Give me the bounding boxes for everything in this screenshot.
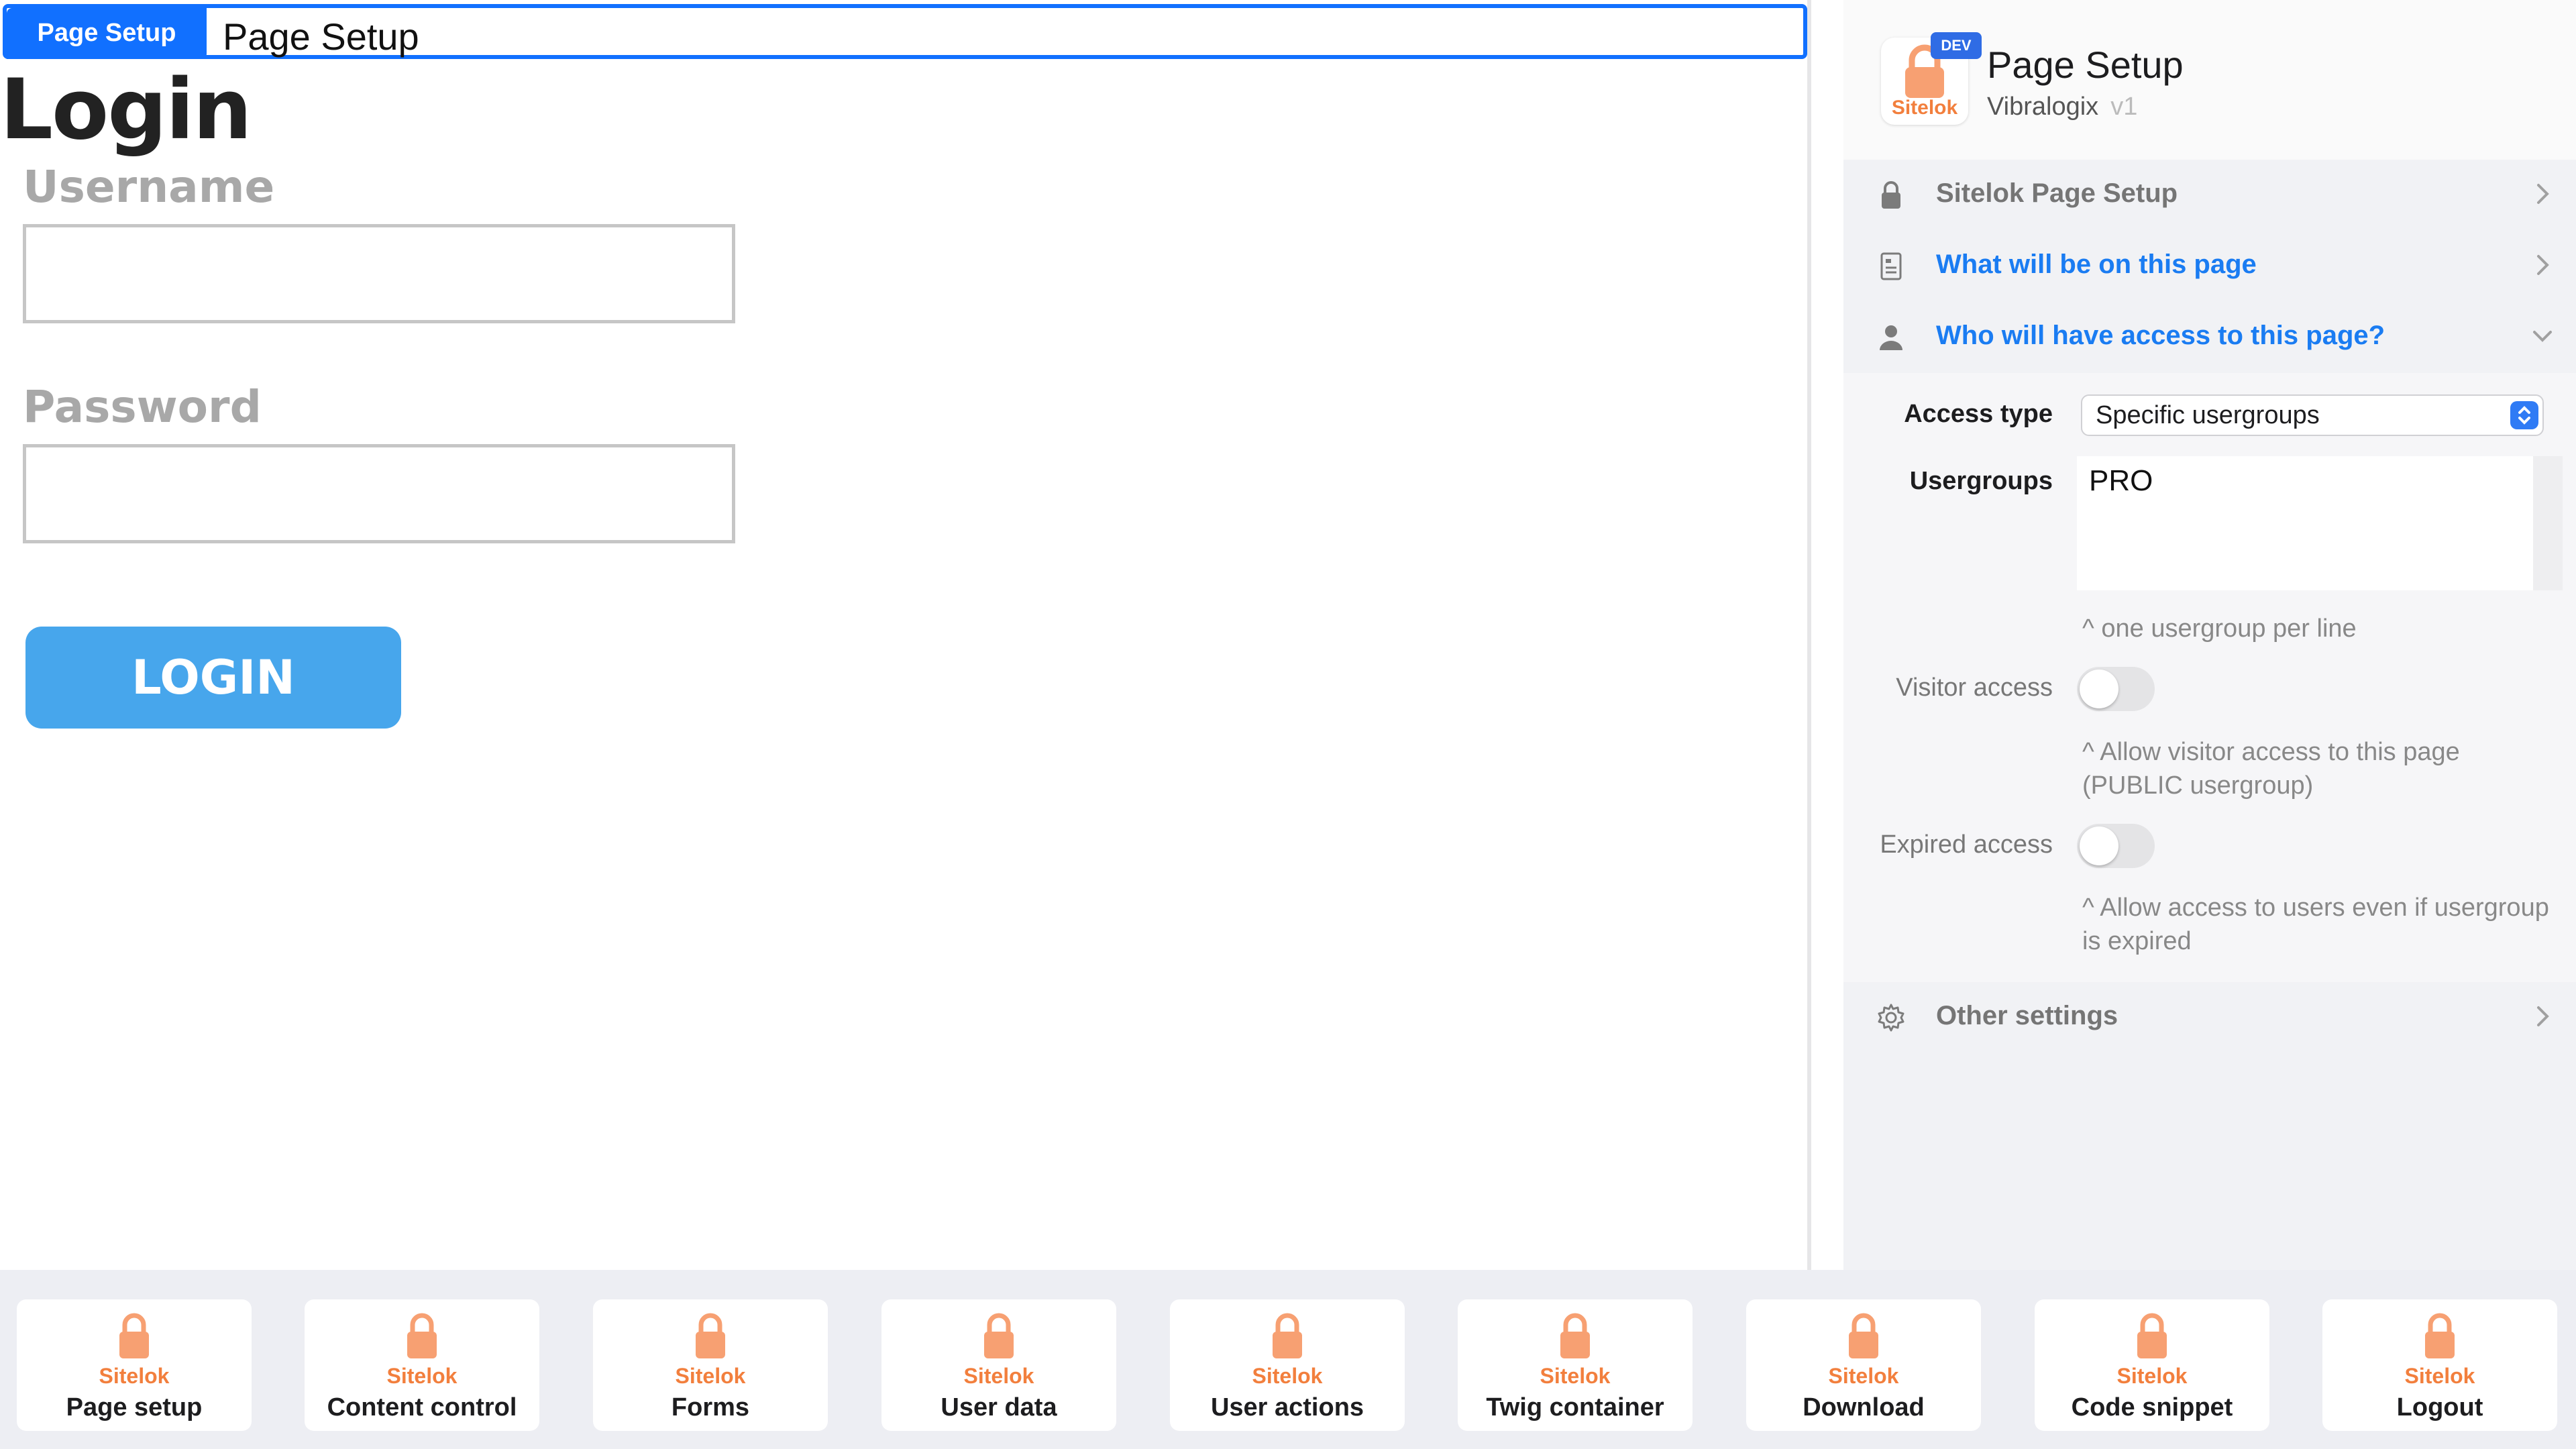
block-label: Code snippet [2071, 1393, 2233, 1421]
block-logout[interactable]: Sitelok Logout [2322, 1299, 2557, 1431]
login-button[interactable]: LOGIN [25, 627, 401, 729]
username-label: Username [23, 161, 275, 213]
usergroups-label: Usergroups [1909, 467, 2053, 495]
section-other-settings[interactable]: Other settings [1843, 982, 2576, 1053]
access-type-select[interactable]: Specific usergroups [2081, 394, 2544, 436]
gear-icon [1878, 1004, 1904, 1032]
access-type-label: Access type [1904, 400, 2053, 428]
sitelok-app-icon-label: Sitelok [1891, 97, 1958, 119]
lock-icon [1560, 1313, 1590, 1358]
block-user-actions[interactable]: Sitelok User actions [1170, 1299, 1405, 1431]
selected-block-text: Page Setup [223, 15, 419, 58]
block-label: User data [941, 1393, 1057, 1421]
lock-icon [1849, 1313, 1878, 1358]
block-label: Twig container [1486, 1393, 1664, 1421]
panel-header: Sitelok DEV Page Setup Vibralogix v1 [1843, 0, 2576, 160]
panel-vendor: Vibralogix v1 [1987, 93, 2138, 121]
lock-icon [696, 1313, 725, 1358]
section-sitelok-page-setup[interactable]: Sitelok Page Setup [1843, 160, 2576, 231]
lock-icon [119, 1313, 149, 1358]
lock-icon [407, 1313, 437, 1358]
block-brand: Sitelok [963, 1364, 1034, 1388]
expired-access-toggle[interactable] [2077, 824, 2155, 868]
select-arrows-icon [2510, 401, 2538, 429]
block-brand: Sitelok [675, 1364, 746, 1388]
block-brand: Sitelok [1828, 1364, 1899, 1388]
expired-access-hint: ^ Allow access to users even if usergrou… [2082, 894, 2549, 955]
block-page-setup[interactable]: Sitelok Page setup [17, 1299, 252, 1431]
lock-icon [984, 1313, 1014, 1358]
block-label: Logout [2396, 1393, 2483, 1421]
toggle-knob [2080, 669, 2118, 708]
block-brand: Sitelok [2116, 1364, 2188, 1388]
panel-version: v1 [2110, 93, 2138, 121]
block-brand: Sitelok [1252, 1364, 1323, 1388]
block-brand: Sitelok [99, 1364, 170, 1388]
block-brand: Sitelok [2404, 1364, 2475, 1388]
username-input[interactable] [23, 224, 735, 323]
visitor-access-hint: ^ Allow visitor access to this page (PUB… [2082, 738, 2460, 800]
block-brand: Sitelok [1540, 1364, 1611, 1388]
block-label: User actions [1210, 1393, 1364, 1421]
selected-block-outline[interactable]: Page Setup Page Setup [3, 4, 1807, 59]
section-who-access[interactable]: Who will have access to this page? [1843, 302, 2576, 373]
block-label: Download [1803, 1393, 1925, 1421]
lock-icon [2425, 1313, 2455, 1358]
expired-access-label: Expired access [1880, 830, 2053, 859]
usergroups-hint: ^ one usergroup per line [2082, 614, 2357, 643]
block-content-control[interactable]: Sitelok Content control [305, 1299, 539, 1431]
panel-title: Page Setup [1987, 44, 2184, 86]
section-label: Who will have access to this page? [1936, 321, 2385, 350]
toggle-knob [2080, 826, 2118, 865]
settings-panel: Sitelok DEV Page Setup Vibralogix v1 Site… [1843, 0, 2576, 1270]
visitor-access-toggle[interactable] [2077, 667, 2155, 711]
document-icon [1880, 252, 1902, 280]
section-label: Other settings [1936, 1001, 2118, 1030]
usergroups-textarea[interactable]: PRO [2077, 456, 2533, 590]
lock-icon [1273, 1313, 1302, 1358]
selected-block-badge[interactable]: Page Setup [7, 8, 207, 59]
lock-icon [2137, 1313, 2167, 1358]
password-input[interactable] [23, 444, 735, 543]
chevron-down-icon [2533, 331, 2552, 342]
section-what-on-page[interactable]: What will be on this page [1843, 231, 2576, 302]
section-label: What will be on this page [1936, 250, 2257, 279]
chevron-right-icon [2537, 1006, 2549, 1026]
block-palette: Sitelok Page setup Sitelok Content control S… [0, 1270, 2576, 1449]
block-brand: Sitelok [386, 1364, 458, 1388]
chevron-right-icon [2537, 184, 2549, 204]
access-type-value: Specific usergroups [2096, 401, 2320, 429]
chevron-right-icon [2537, 255, 2549, 275]
password-label: Password [23, 381, 262, 433]
block-label: Content control [327, 1393, 517, 1421]
section-label: Sitelok Page Setup [1936, 178, 2178, 208]
block-code-snippet[interactable]: Sitelok Code snippet [2035, 1299, 2269, 1431]
block-forms[interactable]: Sitelok Forms [593, 1299, 828, 1431]
page-canvas: Page Setup Page Setup Login Username Pas… [0, 0, 1807, 1270]
block-download[interactable]: Sitelok Download [1746, 1299, 1981, 1431]
dev-badge: DEV [1931, 32, 1982, 59]
usergroups-scrollbar[interactable] [2533, 456, 2563, 590]
block-label: Page setup [66, 1393, 203, 1421]
block-twig-container[interactable]: Sitelok Twig container [1458, 1299, 1693, 1431]
login-heading: Login [0, 62, 252, 158]
visitor-access-label: Visitor access [1896, 674, 2053, 702]
block-label: Forms [671, 1393, 750, 1421]
access-settings-body: Access type Specific usergroups Usergrou… [1843, 373, 2576, 982]
canvas-divider[interactable] [1807, 0, 1811, 1270]
lock-icon [1882, 181, 1900, 209]
block-user-data[interactable]: Sitelok User data [881, 1299, 1116, 1431]
person-icon [1880, 325, 1902, 350]
